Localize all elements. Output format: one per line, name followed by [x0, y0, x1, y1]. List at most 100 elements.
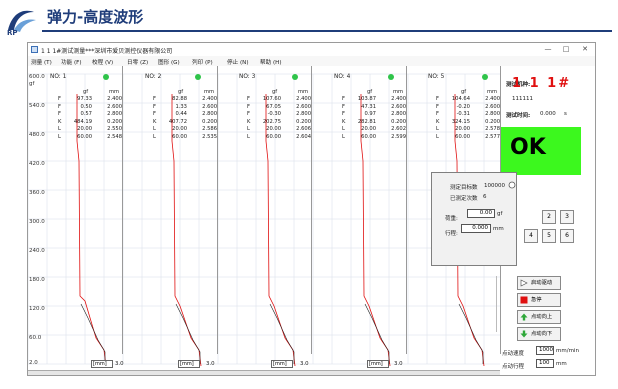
- target-count-value: 100000: [484, 183, 505, 189]
- stop-label: 急停: [531, 297, 542, 303]
- y-tick-480: 480.0: [29, 132, 45, 138]
- panel-row-gf: 0.57: [80, 111, 92, 118]
- panel-row-mm: 0.200: [391, 118, 406, 125]
- maximize-button[interactable]: □: [561, 45, 571, 53]
- menu-calibrate[interactable]: 校程 (V): [92, 58, 113, 66]
- panel-row-mm: 2.400: [107, 96, 122, 102]
- jog-travel-input[interactable]: 100: [536, 359, 554, 368]
- panel-row-mm: 2.586: [202, 126, 217, 133]
- load-field[interactable]: 0.00: [467, 209, 495, 218]
- y-tick-540: 540.0: [29, 103, 45, 109]
- arrow-down-icon: [520, 330, 528, 338]
- panel-row-k: F: [342, 96, 345, 102]
- panel-row-mm: 2.800: [485, 111, 500, 118]
- panel-row-mm: 0.200: [107, 118, 122, 125]
- panel-row-mm: 2.535: [202, 134, 217, 140]
- panel-row-k: L: [342, 126, 345, 133]
- panel-number: NO: 2: [145, 74, 162, 80]
- window-titlebar: 1 1 1#测试测量***深圳市爱贝测控仪器有限公司 — □ ✕: [28, 43, 595, 56]
- panel-row-gf: 103.87: [357, 96, 376, 102]
- x-axis-max: 3.0: [394, 361, 403, 367]
- jog-up-button[interactable]: 点动向上: [517, 310, 561, 324]
- panel-row-gf: 60.00: [266, 134, 281, 140]
- panel-row-k: F: [247, 111, 250, 118]
- panel-divider: [311, 66, 312, 354]
- jog-down-button[interactable]: 点动向下: [517, 327, 561, 341]
- panel-row-k: K: [436, 118, 440, 125]
- menu-graph[interactable]: 图形 (G): [158, 58, 180, 66]
- start-button[interactable]: 启动驱动: [517, 276, 561, 290]
- start-label: 启动驱动: [531, 280, 553, 286]
- panel-row-k: K: [153, 118, 157, 125]
- radio-icon[interactable]: [508, 181, 516, 189]
- y-tick-min: 2.0: [29, 360, 38, 366]
- panel-row-k: L: [58, 134, 61, 140]
- panel-row-k: F: [342, 111, 345, 118]
- jog-speed-unit: mm/min: [556, 348, 579, 354]
- unit-force: gf: [272, 89, 278, 95]
- panel-row-mm: 2.600: [202, 103, 217, 110]
- test-time-value: 0.000: [540, 111, 556, 117]
- panel-row-gf: 1.33: [175, 103, 187, 110]
- svg-text:RP: RP: [7, 29, 18, 36]
- panel-row-k: L: [153, 134, 156, 140]
- panel-row-mm: 2.602: [391, 126, 406, 133]
- target-count-label: 测定目标数: [450, 185, 478, 191]
- menu-measure[interactable]: 测量 (T): [31, 58, 52, 66]
- panel-row-gf: 47.31: [361, 103, 376, 110]
- mm-axis-box: [mm]: [271, 360, 293, 368]
- slide-title: 弹力-高度波形: [47, 8, 144, 26]
- panel-row-mm: 2.600: [391, 103, 406, 110]
- panel-row-k: L: [58, 126, 61, 133]
- panel-row-k: F: [153, 96, 156, 102]
- test-time-label: 测试时间:: [506, 113, 531, 119]
- num-button-2[interactable]: 2: [542, 210, 556, 224]
- waveform-return-curve: [80, 303, 106, 364]
- arrow-up-icon: [520, 313, 528, 321]
- status-led: [388, 74, 394, 80]
- panel-row-mm: 2.400: [296, 96, 311, 102]
- num-button-6[interactable]: 6: [560, 229, 574, 243]
- unit-length: mm: [487, 89, 498, 95]
- menu-zero[interactable]: 日零 (Z): [127, 58, 148, 66]
- panel-row-gf: 97.33: [77, 96, 92, 102]
- panel-row-mm: 2.600: [296, 103, 311, 110]
- panel-row-k: L: [436, 134, 439, 140]
- emergency-stop-button[interactable]: 急停: [517, 293, 561, 307]
- panel-row-mm: 2.577: [485, 134, 500, 140]
- window-title: 1 1 1#测试测量***深圳市爱贝测控仪器有限公司: [41, 48, 173, 55]
- stop-icon: [520, 296, 528, 304]
- panel-row-k: L: [153, 126, 156, 133]
- panel-row-k: F: [247, 103, 250, 110]
- y-tick-420: 420.0: [29, 161, 45, 167]
- panel-row-k: K: [342, 118, 346, 125]
- menu-function[interactable]: 功能 (F): [61, 58, 82, 66]
- menu-help[interactable]: 帮助 (H): [260, 58, 282, 66]
- load-label: 荷重:: [445, 216, 458, 222]
- jog-speed-input[interactable]: 1000: [536, 346, 554, 355]
- y-tick-60: 60.0: [29, 335, 42, 341]
- panel-row-k: F: [436, 103, 439, 110]
- travel-field[interactable]: 0.000: [461, 224, 491, 233]
- status-strip: [28, 370, 500, 375]
- travel-unit: mm: [493, 226, 504, 232]
- test-time-unit: s: [564, 111, 567, 117]
- minimize-button[interactable]: —: [543, 45, 553, 53]
- menu-stop[interactable]: 停止 (N): [227, 58, 249, 66]
- waveform-return-curve: [458, 303, 484, 364]
- panel-row-gf: 407.72: [168, 118, 187, 125]
- panel-row-mm: 2.548: [107, 134, 122, 140]
- panel-row-mm: 2.800: [391, 111, 406, 118]
- panel-row-gf: 20.00: [172, 126, 187, 133]
- close-button[interactable]: ✕: [580, 45, 590, 53]
- panel-number: NO: 3: [239, 74, 256, 80]
- menu-print[interactable]: 列印 (P): [192, 58, 213, 66]
- num-button-5[interactable]: 5: [542, 229, 556, 243]
- num-button-3[interactable]: 3: [560, 210, 574, 224]
- unit-length: mm: [393, 89, 404, 95]
- unit-force: gf: [461, 89, 467, 95]
- unit-force: gf: [178, 89, 184, 95]
- num-button-4[interactable]: 4: [524, 229, 538, 243]
- panel-row-mm: 2.550: [107, 126, 122, 133]
- panel-row-gf: 107.60: [262, 96, 281, 102]
